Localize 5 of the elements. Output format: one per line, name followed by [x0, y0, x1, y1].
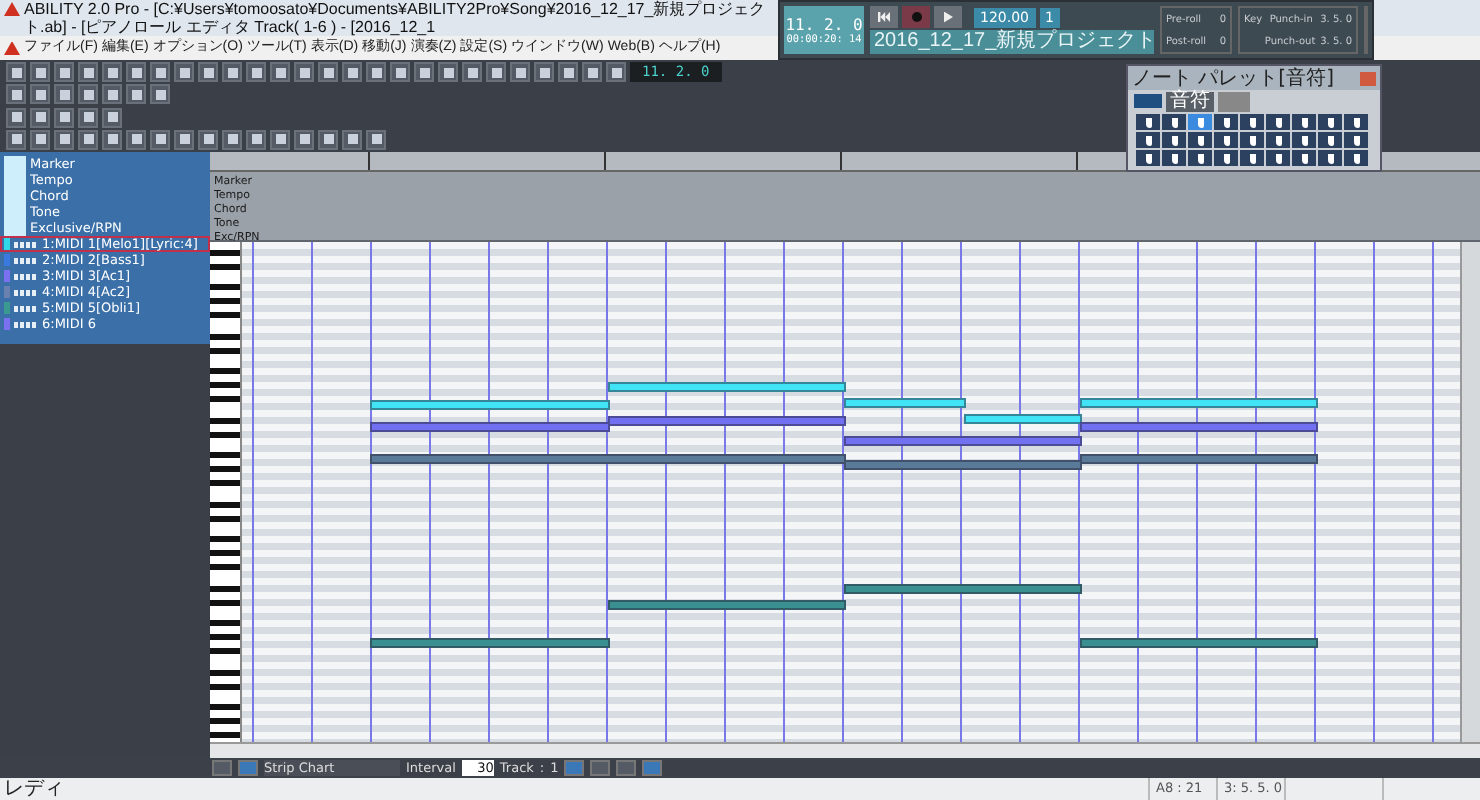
palette-title: ノート パレット[音符]	[1132, 65, 1334, 90]
status-text: レディ	[2, 778, 64, 800]
project-name: 2016_12_17_新規プロジェクト	[870, 30, 1154, 54]
window-title: ABILITY 2.0 Pro - [C:¥Users¥tomoosato¥Documents¥ABILITY2Pro¥Song¥2016_12_17_新規プロジェクト.ab] - [ピアノロール エディタ Track( 1-6 ) - [2016_12_1	[24, 0, 768, 36]
palette-tab[interactable]: 音符	[1166, 91, 1214, 111]
